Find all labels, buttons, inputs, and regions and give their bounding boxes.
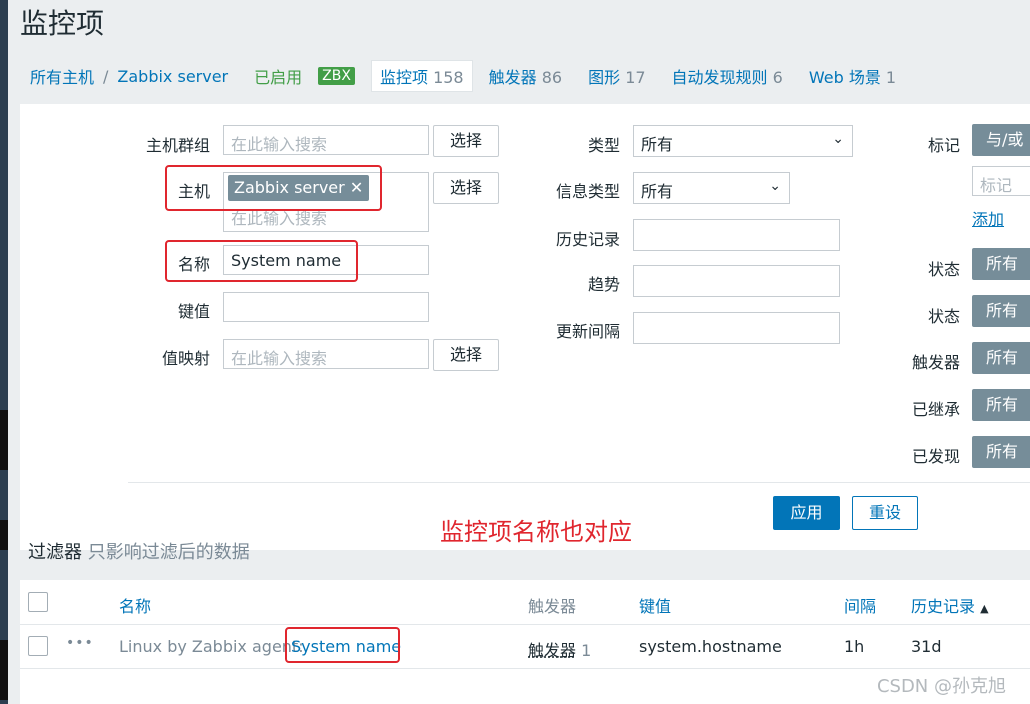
valuemap-label: 值映射 (161, 349, 210, 368)
inherited-label: 已继承 (911, 400, 960, 419)
breadcrumb-host[interactable]: Zabbix server (117, 67, 228, 86)
highlight-name (165, 240, 358, 282)
edge-block (0, 640, 8, 700)
valuemap-select-button[interactable]: 选择 (433, 339, 499, 371)
tab-triggers-count: 86 (541, 68, 563, 87)
highlight-host (165, 165, 382, 211)
highlight-item-name (285, 627, 400, 663)
row-triggers[interactable]: 触发器 1 (528, 637, 591, 661)
history-label: 历史记录 (555, 230, 620, 249)
zbx-availability-badge: ZBX (318, 67, 355, 85)
sort-ascending-icon: ▲ (980, 602, 989, 615)
column-header-history-label: 历史记录 (911, 597, 976, 616)
discovered-label: 已发现 (911, 447, 960, 466)
tab-graphs[interactable]: 图形 17 (588, 64, 645, 88)
tab-triggers-label: 触发器 (488, 68, 537, 87)
annotation-text: 监控项名称也对应 (440, 518, 632, 546)
header-divider (20, 624, 1030, 625)
breadcrumb-separator: / (103, 66, 109, 86)
row-key: system.hostname (639, 637, 782, 656)
chevron-down-icon: ⌄ (832, 131, 844, 147)
triggers-all-button[interactable]: 所有 (972, 342, 1030, 374)
column-header-interval[interactable]: 间隔 (844, 593, 876, 617)
inherited-all-button[interactable]: 所有 (972, 389, 1030, 421)
tab-discovery-rules[interactable]: 自动发现规则 6 (672, 64, 783, 88)
breadcrumb-all-hosts[interactable]: 所有主机 (30, 64, 94, 88)
row-checkbox[interactable] (28, 636, 48, 656)
type-select-value: 所有 (641, 135, 674, 154)
update-interval-input[interactable] (633, 312, 840, 344)
state-all-button[interactable]: 所有 (972, 248, 1030, 280)
valuemap-input[interactable]: 在此输入搜索 (223, 339, 429, 369)
status-all-button[interactable]: 所有 (972, 295, 1030, 327)
trends-label: 趋势 (587, 275, 620, 294)
tab-items-count: 158 (433, 68, 464, 87)
tags-andor-toggle[interactable]: 与/或 (972, 124, 1030, 156)
watermark: CSDN @孙克旭 (876, 676, 1006, 697)
state-label: 状态 (927, 260, 960, 279)
page-title: 监控项 (20, 7, 105, 40)
status-label: 状态 (927, 307, 960, 326)
discovered-all-button[interactable]: 所有 (972, 436, 1030, 468)
more-options-icon[interactable]: ••• (66, 635, 94, 651)
tab-discovery-count: 6 (772, 68, 783, 87)
breadcrumb: 所有主机 / Zabbix server 已启用 ZBX 监控项 158 触发器… (0, 50, 1030, 102)
edge-block (0, 520, 8, 550)
trends-input[interactable] (633, 265, 840, 297)
apply-button[interactable]: 应用 (773, 496, 840, 530)
tab-discovery-label: 自动发现规则 (671, 68, 768, 87)
tab-items[interactable]: 监控项 158 (370, 60, 473, 92)
filter-divider (128, 482, 1030, 483)
chevron-down-icon: ⌄ (769, 178, 781, 194)
info-type-label: 信息类型 (555, 182, 620, 201)
tab-web-label: Web 场景 (808, 68, 881, 87)
key-label: 键值 (177, 302, 210, 321)
filter-tab-label: 过滤器 (28, 542, 82, 563)
template-prefix-link[interactable]: Linux by Zabbix agent: (119, 637, 304, 656)
add-tag-link[interactable]: 添加 (972, 206, 1004, 230)
tab-web-count: 1 (885, 68, 897, 87)
key-input[interactable] (223, 292, 429, 322)
host-group-select-button[interactable]: 选择 (433, 125, 499, 157)
select-all-checkbox[interactable] (28, 592, 48, 612)
row-divider (20, 668, 1030, 669)
host-group-label: 主机群组 (145, 136, 210, 155)
update-interval-label: 更新间隔 (555, 322, 620, 341)
column-header-key[interactable]: 键值 (639, 593, 671, 617)
column-header-history[interactable]: 历史记录 ▲ (911, 593, 989, 617)
triggers-label: 触发器 (911, 353, 960, 372)
reset-button[interactable]: 重设 (852, 496, 918, 530)
edge-block (0, 410, 8, 470)
host-status-enabled[interactable]: 已启用 (254, 64, 302, 88)
left-edge-strip (0, 0, 8, 704)
filter-panel: 主机群组 在此输入搜索 选择 主机 在此输入搜索 Zabbix server ✕… (20, 104, 1030, 550)
column-header-triggers: 触发器 (528, 597, 577, 616)
history-input[interactable] (633, 219, 840, 251)
tab-items-label: 监控项 (379, 68, 428, 87)
type-label: 类型 (587, 136, 620, 155)
tab-web-scenarios[interactable]: Web 场景 1 (809, 64, 896, 88)
tab-graphs-count: 17 (625, 68, 646, 87)
row-triggers-link[interactable]: 触发器 (528, 641, 576, 660)
tags-label: 标记 (927, 136, 960, 155)
tag-input[interactable]: 标记 (972, 166, 1030, 196)
row-history: 31d (911, 637, 942, 656)
row-trigger-count: 1 (581, 641, 592, 660)
type-select[interactable]: 所有 ⌄ (633, 125, 853, 157)
filter-tab-hint: 只影响过滤后的数据 (87, 542, 250, 563)
host-select-button[interactable]: 选择 (433, 172, 499, 204)
tab-triggers[interactable]: 触发器 86 (489, 64, 562, 88)
row-interval: 1h (844, 637, 865, 656)
info-type-select[interactable]: 所有 ⌄ (633, 172, 790, 204)
column-header-name[interactable]: 名称 (119, 593, 151, 617)
filter-tab[interactable]: 过滤器 只影响过滤后的数据 (28, 538, 250, 564)
host-group-input[interactable]: 在此输入搜索 (223, 125, 429, 155)
info-type-select-value: 所有 (641, 182, 674, 201)
tab-graphs-label: 图形 (588, 68, 621, 87)
